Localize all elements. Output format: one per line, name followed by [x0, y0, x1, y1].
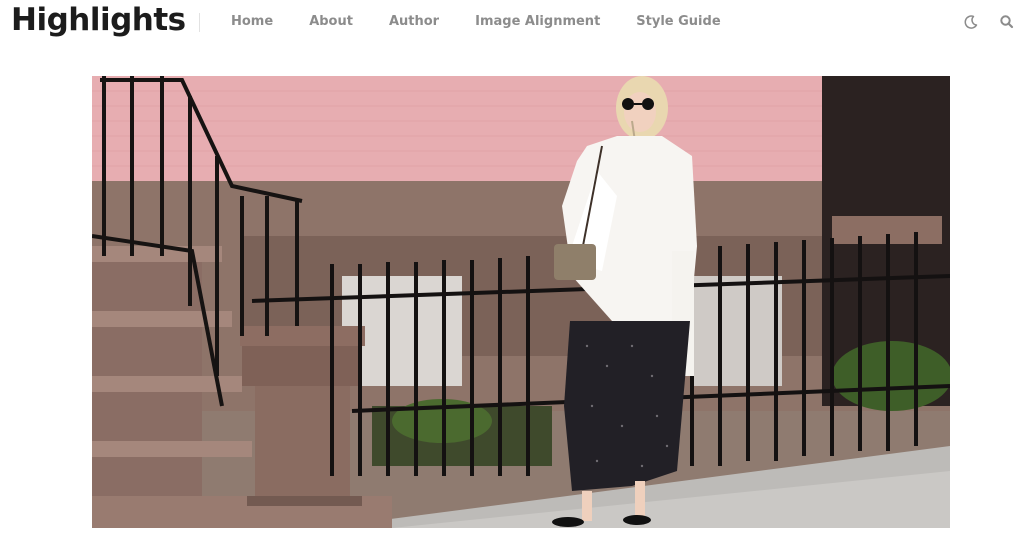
- nav-item-about[interactable]: About: [309, 14, 353, 29]
- site-header: Highlights Home About Author Image Align…: [0, 0, 1024, 46]
- featured-photo: [92, 76, 950, 528]
- search-icon[interactable]: [999, 14, 1015, 30]
- nav-item-style-guide[interactable]: Style Guide: [636, 14, 720, 29]
- moon-icon[interactable]: [963, 14, 979, 30]
- nav-item-image-alignment[interactable]: Image Alignment: [475, 14, 600, 29]
- header-divider: [199, 13, 200, 32]
- main-nav: Home About Author Image Alignment Style …: [231, 14, 757, 29]
- nav-item-author[interactable]: Author: [389, 14, 439, 29]
- hero-image[interactable]: [92, 76, 950, 528]
- site-logo[interactable]: Highlights: [11, 2, 186, 38]
- nav-item-home[interactable]: Home: [231, 14, 273, 29]
